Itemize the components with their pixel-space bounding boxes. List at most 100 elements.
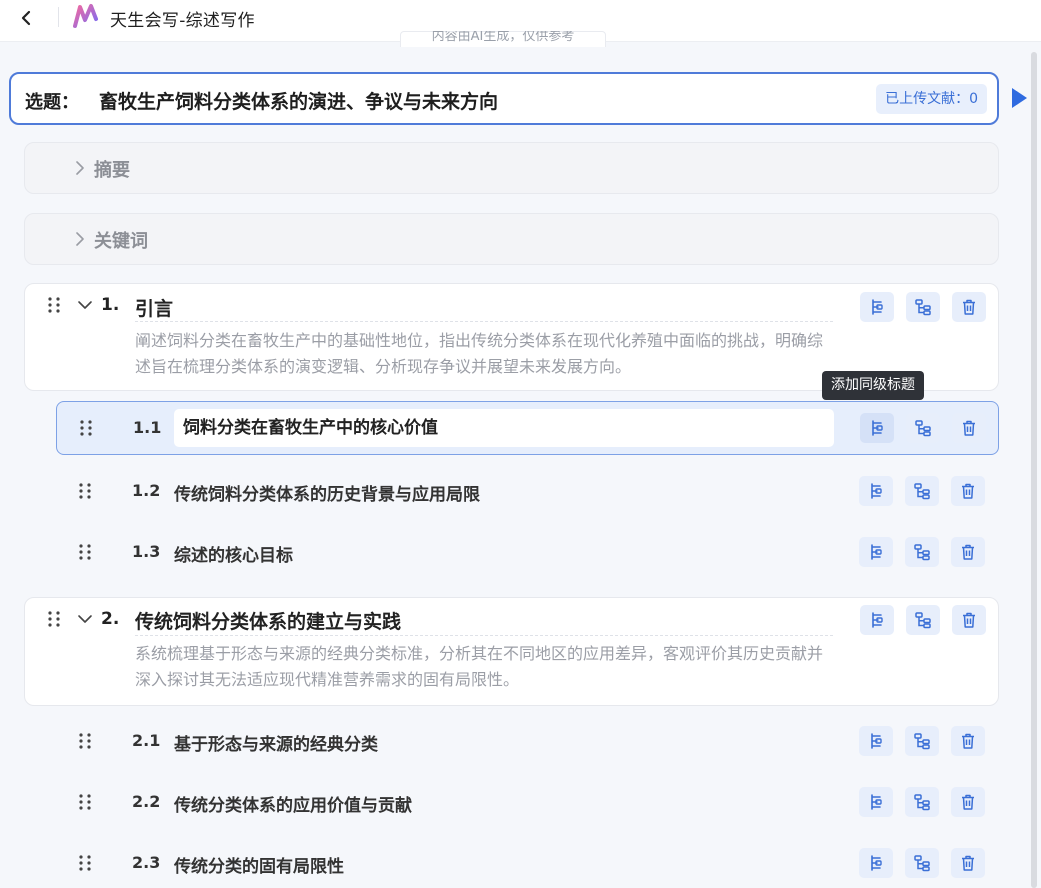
add-child-icon xyxy=(915,420,931,437)
subsection-title[interactable]: 综述的核心目标 xyxy=(174,541,293,566)
add-sibling-icon xyxy=(871,483,882,499)
abstract-section[interactable]: 摘要 xyxy=(24,142,999,194)
drag-handle-icon[interactable] xyxy=(47,296,61,314)
add-sibling-heading-button[interactable] xyxy=(860,292,894,322)
abstract-label: 摘要 xyxy=(94,160,130,181)
ai-notice-text: 内容由AI生成，仅供参考 xyxy=(431,31,575,44)
chevron-down-icon[interactable] xyxy=(77,298,93,312)
add-child-heading-button[interactable] xyxy=(906,292,940,322)
add-sibling-heading-button[interactable] xyxy=(860,413,894,443)
chevron-down-icon[interactable] xyxy=(77,612,93,626)
drag-handle-icon[interactable] xyxy=(78,793,92,811)
chapter-title[interactable]: 引言 xyxy=(135,294,173,321)
add-sibling-icon xyxy=(872,420,883,436)
add-sibling-icon xyxy=(871,855,882,871)
subsection-number: 2.1 xyxy=(132,731,161,750)
subsection-row[interactable]: 1.2 传统饲料分类体系的历史背景与应用局限 xyxy=(56,464,999,518)
chapter-title[interactable]: 传统饲料分类体系的建立与实践 xyxy=(135,607,401,634)
add-child-icon xyxy=(914,483,930,500)
add-child-icon xyxy=(914,855,930,872)
add-child-icon xyxy=(914,733,930,750)
scrollbar-thumb[interactable] xyxy=(1031,52,1037,888)
chapter-card[interactable]: 2. 传统饲料分类体系的建立与实践 系统梳理基于形态与来源的经典分类标准，分析其… xyxy=(24,597,999,706)
add-child-heading-button[interactable] xyxy=(905,726,939,756)
add-sibling-heading-button[interactable] xyxy=(859,726,893,756)
delete-heading-button[interactable] xyxy=(952,413,986,443)
delete-heading-button[interactable] xyxy=(952,292,986,322)
subsection-title[interactable]: 传统分类体系的应用价值与贡献 xyxy=(174,791,412,816)
subsection-title[interactable]: 基于形态与来源的经典分类 xyxy=(174,730,378,755)
drag-handle-icon[interactable] xyxy=(47,610,61,628)
trash-icon xyxy=(962,794,974,810)
drag-handle-icon[interactable] xyxy=(78,732,92,750)
subsection-row[interactable]: 2.1 基于形态与来源的经典分类 xyxy=(56,714,999,768)
subsection-number: 2.3 xyxy=(132,853,161,872)
add-sibling-heading-button[interactable] xyxy=(860,605,894,635)
subsection-number: 1.3 xyxy=(132,542,161,561)
trash-icon xyxy=(962,733,974,749)
app-title: 天生会写-综述写作 xyxy=(110,11,255,31)
add-child-icon xyxy=(914,794,930,811)
title-underline xyxy=(135,635,833,636)
topic-title[interactable]: 畜牧生产饲料分类体系的演进、争议与未来方向 xyxy=(99,87,498,114)
add-sibling-icon xyxy=(872,299,883,315)
subsection-number: 2.2 xyxy=(132,792,161,811)
chapter-description[interactable]: 系统梳理基于形态与来源的经典分类标准，分析其在不同地区的应用差异，客观评价其历史… xyxy=(135,641,825,693)
add-child-heading-button[interactable] xyxy=(906,413,940,443)
play-icon[interactable] xyxy=(1009,86,1029,110)
tooltip: 添加同级标题 xyxy=(822,371,924,400)
drag-handle-icon[interactable] xyxy=(78,482,92,500)
delete-heading-button[interactable] xyxy=(952,605,986,635)
add-child-icon xyxy=(915,299,931,316)
subsection-title-input[interactable]: 饲料分类在畜牧生产中的核心价值 xyxy=(174,409,834,447)
subsection-row[interactable]: 1.1 饲料分类在畜牧生产中的核心价值 xyxy=(56,401,999,455)
chapter-number: 2. xyxy=(101,609,120,629)
keywords-section[interactable]: 关键词 xyxy=(24,213,999,265)
trash-icon xyxy=(963,420,975,436)
title-underline xyxy=(135,321,833,322)
chapter-number: 1. xyxy=(101,295,120,315)
drag-handle-icon[interactable] xyxy=(78,543,92,561)
add-sibling-icon xyxy=(871,544,882,560)
add-sibling-icon xyxy=(872,612,883,628)
add-child-heading-button[interactable] xyxy=(905,787,939,817)
add-sibling-heading-button[interactable] xyxy=(859,476,893,506)
subsection-row[interactable]: 2.3 传统分类的固有局限性 xyxy=(56,834,999,888)
subsection-title[interactable]: 传统分类的固有局限性 xyxy=(174,852,344,877)
add-child-heading-button[interactable] xyxy=(905,537,939,567)
chevron-left-icon xyxy=(21,10,31,26)
subsection-row[interactable]: 2.2 传统分类体系的应用价值与贡献 xyxy=(56,775,999,829)
add-child-heading-button[interactable] xyxy=(905,476,939,506)
delete-heading-button[interactable] xyxy=(951,787,985,817)
topic-card[interactable]: 选题： 畜牧生产饲料分类体系的演进、争议与未来方向 已上传文献：0 xyxy=(9,72,999,125)
delete-heading-button[interactable] xyxy=(951,848,985,878)
add-sibling-icon xyxy=(871,794,882,810)
delete-heading-button[interactable] xyxy=(951,476,985,506)
subsection-number: 1.2 xyxy=(132,481,161,500)
add-sibling-heading-button[interactable] xyxy=(859,537,893,567)
subsection-title[interactable]: 传统饲料分类体系的历史背景与应用局限 xyxy=(174,480,480,505)
add-sibling-heading-button[interactable] xyxy=(859,848,893,878)
add-sibling-icon xyxy=(871,733,882,749)
back-button[interactable] xyxy=(14,6,38,30)
chevron-right-icon xyxy=(76,161,84,175)
subsection-row[interactable]: 1.3 综述的核心目标 xyxy=(56,525,999,579)
chapter-description[interactable]: 阐述饲料分类在畜牧生产中的基础性地位，指出传统分类体系在现代化养殖中面临的挑战，… xyxy=(135,328,825,380)
add-child-heading-button[interactable] xyxy=(906,605,940,635)
trash-icon xyxy=(962,483,974,499)
trash-icon xyxy=(963,299,975,315)
ai-notice: 内容由AI生成，仅供参考 xyxy=(400,31,606,47)
add-child-heading-button[interactable] xyxy=(905,848,939,878)
add-sibling-heading-button[interactable] xyxy=(859,787,893,817)
drag-handle-icon[interactable] xyxy=(78,854,92,872)
delete-heading-button[interactable] xyxy=(951,726,985,756)
add-child-icon xyxy=(914,544,930,561)
keywords-label: 关键词 xyxy=(94,231,148,252)
drag-handle-icon[interactable] xyxy=(79,419,93,437)
delete-heading-button[interactable] xyxy=(951,537,985,567)
uploaded-docs-badge[interactable]: 已上传文献：0 xyxy=(876,84,987,114)
divider xyxy=(58,7,59,27)
subsection-number: 1.1 xyxy=(133,418,162,437)
app-logo-icon xyxy=(73,4,98,28)
topic-label: 选题： xyxy=(25,92,79,113)
